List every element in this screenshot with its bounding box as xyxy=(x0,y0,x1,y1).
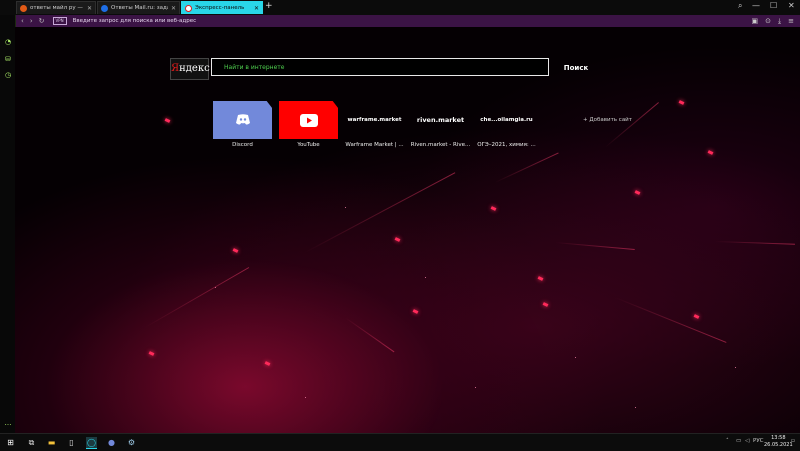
close-icon[interactable]: ✕ xyxy=(254,5,259,12)
logo-text: che...oilamgia.ru xyxy=(480,117,533,123)
youtube-play-icon xyxy=(299,113,318,127)
logo-text: warframe.market xyxy=(347,117,402,123)
wallet-icon[interactable]: ⊙ xyxy=(765,17,771,26)
forward-button[interactable]: › xyxy=(30,17,33,25)
minimize-button[interactable]: — xyxy=(752,1,760,10)
back-button[interactable]: ‹ xyxy=(21,17,24,25)
tab-title: ответы майл ру — Янде... xyxy=(30,5,84,11)
tray-chevron-icon[interactable]: ˄ xyxy=(726,438,729,444)
vpn-badge[interactable]: VPN xyxy=(52,17,67,25)
volume-icon[interactable]: ◁ xyxy=(745,438,749,444)
more-dots-icon[interactable]: … xyxy=(4,419,12,427)
maximize-button[interactable]: ☐ xyxy=(770,1,777,10)
language-indicator[interactable]: РУС xyxy=(753,438,764,444)
steam-taskbar-icon[interactable]: ⚙ xyxy=(126,437,137,448)
download-icon[interactable]: ⤓ xyxy=(778,17,781,26)
speed-dial-tile-youtube[interactable]: YouTube xyxy=(279,101,338,148)
search-input[interactable] xyxy=(222,62,526,72)
url-input[interactable]: Введите запрос для поиска или веб-адрес xyxy=(73,18,752,24)
tile-label: ОГЭ–2021, химия: ... xyxy=(477,142,536,148)
oge-site-logo: che...oilamgia.ru xyxy=(477,101,536,139)
opera-gx-taskbar-icon[interactable]: ◯ xyxy=(86,437,97,449)
add-site-button[interactable]: + Добавить сайт xyxy=(583,117,632,123)
system-clock[interactable]: 13:58 26.05.2021 xyxy=(764,435,793,449)
tab-search-icon[interactable]: ⌕ xyxy=(738,1,742,11)
logo-text: riven.market xyxy=(416,116,465,124)
history-clock-icon[interactable]: ◷ xyxy=(4,71,12,79)
windows-start-icon[interactable]: ⊞ xyxy=(5,437,16,448)
search-box xyxy=(211,58,549,76)
task-view-icon[interactable]: ⧉ xyxy=(26,437,37,448)
close-window-button[interactable]: ✕ xyxy=(788,1,795,10)
warframe-market-logo: warframe.market xyxy=(345,101,404,139)
tab-express-panel[interactable]: Экспресс-панель ✕ xyxy=(181,1,263,14)
tab-strip: ответы майл ру — Янде... ✕ Ответы Mail.r… xyxy=(0,0,800,16)
discord-icon xyxy=(235,114,250,125)
opera-favicon-icon xyxy=(185,4,192,12)
taskbar: ⊞ ⧉ ▬ ▯ ◯ ● ⚙ ˄ ▭ ◁ РУС 13:58 26.05.2021… xyxy=(0,433,800,451)
snapshot-icon[interactable]: ▣ xyxy=(752,17,759,26)
yandex-logo: Яндекс xyxy=(170,58,210,80)
tile-label: Discord xyxy=(232,142,253,148)
network-icon[interactable]: ▭ xyxy=(736,438,741,444)
tile-label: Riven.market - Rive... xyxy=(410,142,471,148)
riven-market-logo: riven.market xyxy=(411,101,470,139)
menu-icon[interactable]: ≡ xyxy=(788,17,794,26)
speed-dial-tile-discord[interactable]: Discord xyxy=(213,101,272,148)
reload-button[interactable]: ↻ xyxy=(39,17,45,25)
shop-bag-icon[interactable]: ⛁ xyxy=(4,55,12,63)
speed-dial-page: Яндекс Поиск Discord YouTube warframe.ma… xyxy=(15,27,800,433)
clock-date: 26.05.2021 xyxy=(764,442,793,448)
speed-dial-icon[interactable]: ◔ xyxy=(4,38,12,46)
youtube-logo xyxy=(279,101,338,139)
close-icon[interactable]: ✕ xyxy=(171,5,176,12)
notifications-icon[interactable]: ▫ xyxy=(791,438,795,444)
tab-mailru-answers[interactable]: Ответы Mail.ru: задать во... ✕ xyxy=(97,1,180,14)
yandex-favicon-icon xyxy=(20,4,27,12)
file-explorer-icon[interactable]: ▬ xyxy=(46,437,57,448)
address-bar: ‹ › ↻ VPN Введите запрос для поиска или … xyxy=(15,15,800,27)
tab-title: Ответы Mail.ru: задать во... xyxy=(111,5,168,11)
speed-dial-tile-oge-chemistry[interactable]: che...oilamgia.ru ОГЭ–2021, химия: ... xyxy=(477,101,536,148)
clock-time: 13:58 xyxy=(771,435,786,441)
sidebar: ◔ ⛁ ◷ … xyxy=(0,15,16,433)
tile-label: Warframe Market | ... xyxy=(345,142,404,148)
discord-logo xyxy=(213,101,272,139)
phone-app-icon[interactable]: ▯ xyxy=(66,437,77,448)
speed-dial-tile-riven-market[interactable]: riven.market Riven.market - Rive... xyxy=(411,101,470,148)
new-tab-button[interactable]: + xyxy=(265,1,273,11)
close-icon[interactable]: ✕ xyxy=(87,5,92,12)
mailru-favicon-icon xyxy=(101,4,108,12)
tab-title: Экспресс-панель xyxy=(195,5,245,11)
tab-yandex-search[interactable]: ответы майл ру — Янде... ✕ xyxy=(16,1,96,14)
speed-dial-tile-warframe-market[interactable]: warframe.market Warframe Market | ... xyxy=(345,101,404,148)
yandex-logo-text: Яндекс xyxy=(171,63,210,74)
search-button[interactable]: Поиск xyxy=(549,58,603,78)
tile-label: YouTube xyxy=(297,142,320,148)
discord-taskbar-icon[interactable]: ● xyxy=(106,437,117,448)
